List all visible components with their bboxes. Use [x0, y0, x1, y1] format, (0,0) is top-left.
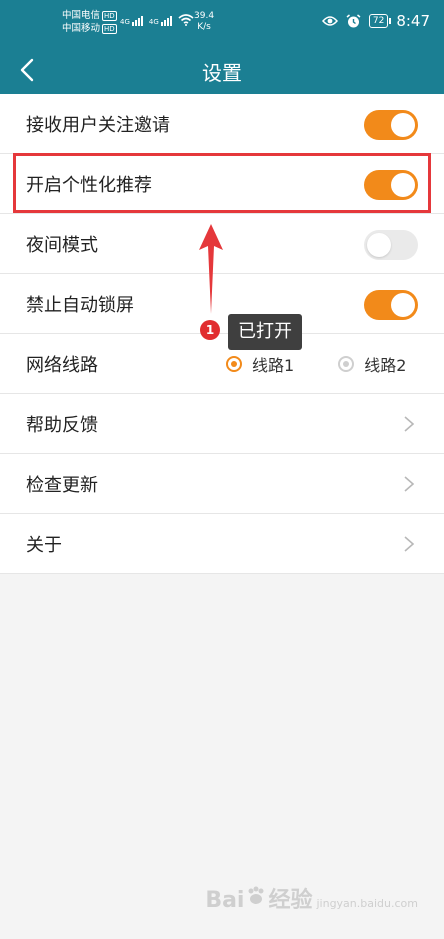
setting-label: 关于 [26, 534, 62, 556]
toggle-knob [391, 293, 415, 317]
watermark-text-left: Bai [205, 888, 245, 913]
carrier-1: 中国电信 [62, 10, 101, 21]
watermark-sub: jingyan.baidu.com [316, 897, 418, 910]
setting-label: 夜间模式 [26, 234, 98, 256]
net-type-2: 4G [148, 18, 159, 26]
toggle-knob [367, 233, 391, 257]
setting-label: 网络线路 [26, 354, 98, 376]
carrier-2: 中国移动 [62, 23, 101, 34]
setting-label: 检查更新 [26, 474, 98, 496]
app-header: 设置 [0, 46, 444, 94]
setting-label: 禁止自动锁屏 [26, 294, 134, 316]
radio-unselected-icon [338, 356, 355, 372]
setting-network-line: 网络线路 线路1 线路2 [0, 334, 444, 394]
page-title: 设置 [202, 61, 242, 85]
chevron-right-icon [404, 476, 415, 492]
setting-label: 开启个性化推荐 [26, 174, 152, 196]
hd-badge-2: HD [102, 24, 117, 34]
carrier-info: 中国电信 HD 中国移动 HD [62, 9, 117, 35]
speed-value: 39.4 [194, 11, 215, 21]
hd-badge-1: HD [102, 11, 117, 21]
watermark-text-right: 经验 [268, 888, 313, 913]
radio-line-2[interactable]: 线路2 [338, 352, 406, 376]
clock: 8:47 [396, 12, 430, 30]
follow-invite-toggle[interactable] [364, 110, 418, 140]
radio-label: 线路2 [364, 356, 407, 375]
night-mode-toggle[interactable] [364, 230, 418, 260]
setting-about[interactable]: 关于 [0, 514, 444, 574]
speed-unit: K/s [197, 22, 211, 32]
watermark-logo: Bai 经验 jingyan.baidu.com [205, 882, 418, 914]
radio-label: 线路1 [252, 356, 295, 375]
chevron-right-icon [404, 536, 415, 552]
network-speed: 39.4 K/s [194, 11, 214, 33]
radio-selected-icon [226, 356, 242, 372]
personalized-recommend-toggle[interactable] [364, 170, 418, 200]
setting-follow-invite: 接收用户关注邀请 [0, 94, 444, 154]
setting-label: 接收用户关注邀请 [26, 114, 170, 136]
paw-icon [248, 886, 264, 904]
status-bar: 中国电信 HD 中国移动 HD 4G 4G 39.4 K/s 72 8:47 [0, 0, 444, 46]
setting-personalized-recommend: 开启个性化推荐 [0, 154, 444, 214]
disable-autolock-toggle[interactable] [364, 290, 418, 320]
settings-list: 接收用户关注邀请 开启个性化推荐 夜间模式 禁止自动锁屏 网络线路 线路1 线路… [0, 94, 444, 574]
signal-icon: 4G 4G [120, 14, 194, 26]
toggle-knob [391, 113, 415, 137]
status-right: 72 8:47 [321, 12, 430, 30]
setting-check-update[interactable]: 检查更新 [0, 454, 444, 514]
radio-line-1[interactable]: 线路1 [226, 352, 294, 376]
chevron-right-icon [404, 416, 415, 432]
step-badge: 1 [200, 320, 220, 340]
net-type-1: 4G [120, 18, 130, 26]
network-line-radio-group: 线路1 线路2 [226, 352, 406, 376]
callout-bubble: 已打开 [228, 314, 302, 350]
toggle-knob [391, 173, 415, 197]
battery-indicator: 72 [368, 14, 392, 28]
eye-icon [321, 16, 338, 26]
wifi-icon [178, 14, 194, 26]
setting-help-feedback[interactable]: 帮助反馈 [0, 394, 444, 454]
alarm-icon [346, 13, 361, 27]
arrow-up-icon [199, 224, 223, 314]
setting-label: 帮助反馈 [26, 414, 98, 436]
